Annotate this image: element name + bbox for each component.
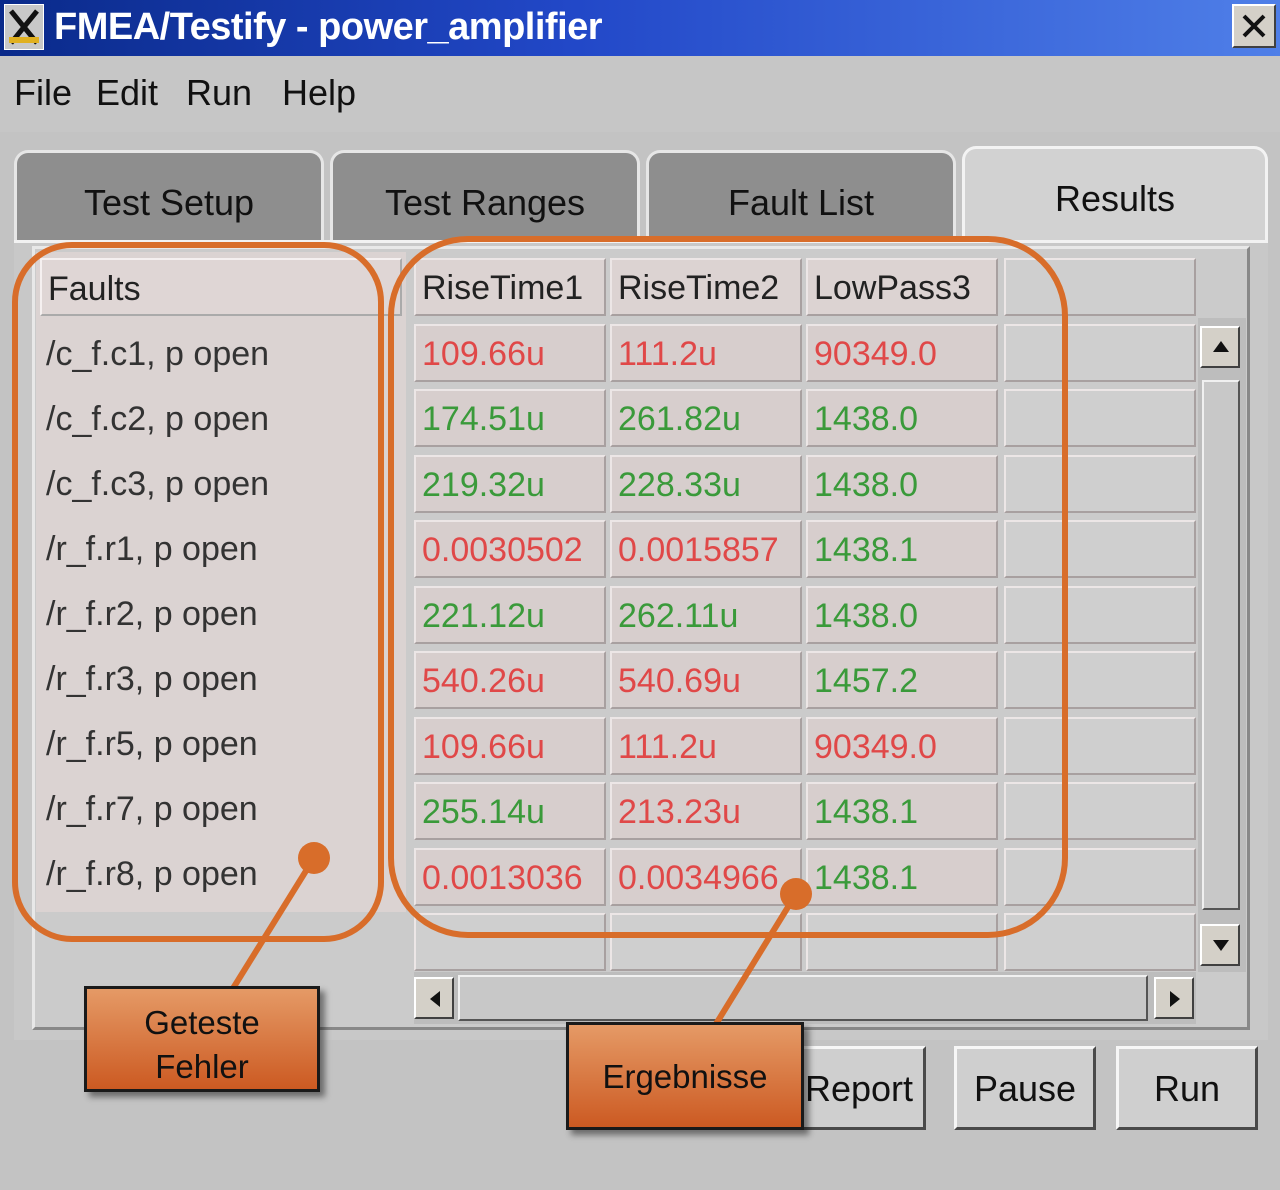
faults-callout-line2: Fehler — [155, 1048, 249, 1085]
results-callout-dot — [780, 878, 812, 910]
results-callout-box: Ergebnisse — [566, 1022, 804, 1130]
faults-callout-line1: Geteste — [144, 1004, 260, 1041]
faults-callout-dot — [298, 842, 330, 874]
results-callout-label: Ergebnisse — [602, 1058, 768, 1095]
faults-callout-box: Geteste Fehler — [84, 986, 320, 1092]
